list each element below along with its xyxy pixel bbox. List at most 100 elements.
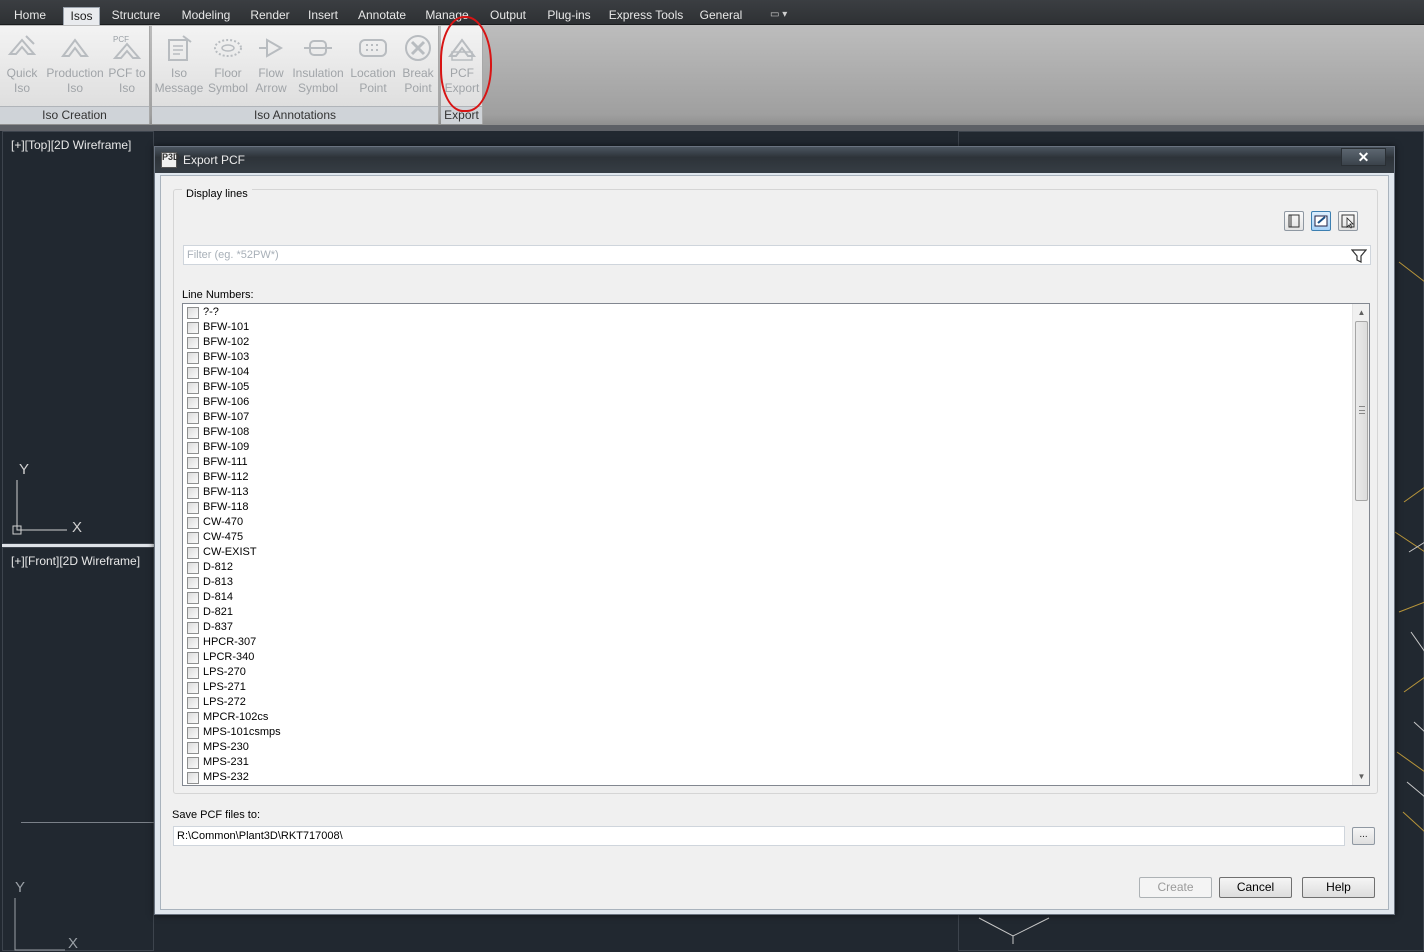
- quick-iso-button[interactable]: Quick Iso: [2, 32, 42, 96]
- list-item[interactable]: D-837: [185, 620, 785, 635]
- line-checkbox[interactable]: [187, 592, 199, 604]
- tab-render[interactable]: Render: [245, 6, 295, 25]
- line-filter-input[interactable]: Filter (eg. *52PW*): [183, 245, 1371, 265]
- list-item[interactable]: LPS-271: [185, 680, 785, 695]
- list-item[interactable]: MPS-230: [185, 740, 785, 755]
- line-checkbox[interactable]: [187, 667, 199, 679]
- list-item[interactable]: BFW-111: [185, 455, 785, 470]
- tab-general[interactable]: General: [695, 6, 747, 25]
- line-checkbox[interactable]: [187, 742, 199, 754]
- tab-annotate[interactable]: Annotate: [352, 6, 412, 25]
- tab-plug-ins[interactable]: Plug-ins: [541, 6, 597, 25]
- close-button[interactable]: ✕: [1341, 148, 1386, 166]
- line-checkbox[interactable]: [187, 547, 199, 559]
- flow-arrow-button[interactable]: Flow Arrow: [252, 32, 290, 96]
- line-checkbox[interactable]: [187, 757, 199, 769]
- scroll-down-arrow-icon[interactable]: ▼: [1353, 768, 1369, 785]
- list-item[interactable]: BFW-109: [185, 440, 785, 455]
- list-item[interactable]: MPS-231: [185, 755, 785, 770]
- browse-button[interactable]: ...: [1352, 827, 1375, 845]
- location-point-button[interactable]: Location Point: [348, 32, 398, 96]
- line-checkbox[interactable]: [187, 517, 199, 529]
- save-path-input[interactable]: R:\Common\Plant3D\RKT717008\: [173, 826, 1345, 846]
- line-checkbox[interactable]: [187, 502, 199, 514]
- pcf-to-iso-button[interactable]: PCF PCF to Iso: [108, 32, 146, 96]
- viewport-top[interactable]: [+][Top][2D Wireframe] Y X: [2, 131, 154, 544]
- list-item[interactable]: D-821: [185, 605, 785, 620]
- list-item[interactable]: D-813: [185, 575, 785, 590]
- ribbon-minimize-toggle[interactable]: ▭ ▾: [770, 9, 800, 21]
- viewport-front-label[interactable]: [+][Front][2D Wireframe]: [11, 554, 140, 568]
- scroll-up-arrow-icon[interactable]: ▲: [1353, 304, 1369, 321]
- line-checkbox[interactable]: [187, 442, 199, 454]
- line-checkbox[interactable]: [187, 397, 199, 409]
- line-checkbox[interactable]: [187, 772, 199, 784]
- line-checkbox[interactable]: [187, 727, 199, 739]
- line-checkbox[interactable]: [187, 682, 199, 694]
- list-scrollbar[interactable]: ▲ ▼: [1352, 304, 1369, 785]
- line-checkbox[interactable]: [187, 607, 199, 619]
- insulation-symbol-button[interactable]: Insulation Symbol: [290, 32, 346, 96]
- line-checkbox[interactable]: [187, 652, 199, 664]
- tab-modeling[interactable]: Modeling: [174, 6, 238, 25]
- line-numbers-list[interactable]: ?-? BFW-101 BFW-102 BFW-103 BFW-104 BFW-105 BF…: [182, 303, 1370, 786]
- scroll-thumb[interactable]: [1355, 321, 1368, 501]
- list-item[interactable]: BFW-112: [185, 470, 785, 485]
- select-in-drawing-button[interactable]: [1311, 211, 1331, 231]
- list-item[interactable]: LPCR-340: [185, 650, 785, 665]
- list-item[interactable]: D-814: [185, 590, 785, 605]
- production-iso-button[interactable]: Production Iso: [44, 32, 106, 96]
- pick-lines-button[interactable]: [1338, 211, 1358, 231]
- list-item[interactable]: CW-EXIST: [185, 545, 785, 560]
- viewport-top-label[interactable]: [+][Top][2D Wireframe]: [11, 138, 131, 152]
- tab-home[interactable]: Home: [6, 6, 54, 25]
- list-item[interactable]: BFW-113: [185, 485, 785, 500]
- line-checkbox[interactable]: [187, 412, 199, 424]
- list-item[interactable]: D-812: [185, 560, 785, 575]
- viewport-front[interactable]: [+][Front][2D Wireframe] Y X: [2, 547, 155, 952]
- list-item[interactable]: BFW-103: [185, 350, 785, 365]
- line-checkbox[interactable]: [187, 352, 199, 364]
- line-checkbox[interactable]: [187, 367, 199, 379]
- list-item[interactable]: BFW-101: [185, 320, 785, 335]
- list-item[interactable]: HPCR-307: [185, 635, 785, 650]
- select-from-list-button[interactable]: [1284, 211, 1304, 231]
- list-item[interactable]: ?-?: [185, 305, 785, 320]
- cancel-button[interactable]: Cancel: [1219, 877, 1292, 898]
- create-button[interactable]: Create: [1139, 877, 1212, 898]
- list-item[interactable]: BFW-104: [185, 365, 785, 380]
- list-item[interactable]: BFW-108: [185, 425, 785, 440]
- line-checkbox[interactable]: [187, 577, 199, 589]
- list-item[interactable]: MPCR-102cs: [185, 710, 785, 725]
- list-item[interactable]: BFW-106: [185, 395, 785, 410]
- list-item[interactable]: BFW-105: [185, 380, 785, 395]
- break-point-button[interactable]: Break Point: [400, 32, 436, 96]
- list-item[interactable]: BFW-118: [185, 500, 785, 515]
- filter-funnel-icon[interactable]: [1351, 249, 1367, 263]
- line-checkbox[interactable]: [187, 532, 199, 544]
- line-checkbox[interactable]: [187, 382, 199, 394]
- list-item[interactable]: BFW-107: [185, 410, 785, 425]
- tab-output[interactable]: Output: [482, 6, 534, 25]
- list-item[interactable]: MPS-101csmps: [185, 725, 785, 740]
- tab-insert[interactable]: Insert: [302, 6, 344, 25]
- tab-isos[interactable]: Isos: [63, 7, 100, 25]
- line-checkbox[interactable]: [187, 622, 199, 634]
- list-item[interactable]: LPS-270: [185, 665, 785, 680]
- line-checkbox[interactable]: [187, 637, 199, 649]
- list-item[interactable]: CW-470: [185, 515, 785, 530]
- line-checkbox[interactable]: [187, 697, 199, 709]
- line-checkbox[interactable]: [187, 427, 199, 439]
- line-checkbox[interactable]: [187, 337, 199, 349]
- line-checkbox[interactable]: [187, 307, 199, 319]
- line-checkbox[interactable]: [187, 487, 199, 499]
- floor-symbol-button[interactable]: Floor Symbol: [206, 32, 250, 96]
- list-item[interactable]: CW-475: [185, 530, 785, 545]
- line-checkbox[interactable]: [187, 562, 199, 574]
- line-checkbox[interactable]: [187, 712, 199, 724]
- line-checkbox[interactable]: [187, 472, 199, 484]
- tab-express-tools[interactable]: Express Tools: [605, 6, 687, 25]
- list-item[interactable]: MPS-232: [185, 770, 785, 785]
- list-item[interactable]: BFW-102: [185, 335, 785, 350]
- dialog-title-bar[interactable]: P3D Export PCF ✕: [155, 147, 1394, 173]
